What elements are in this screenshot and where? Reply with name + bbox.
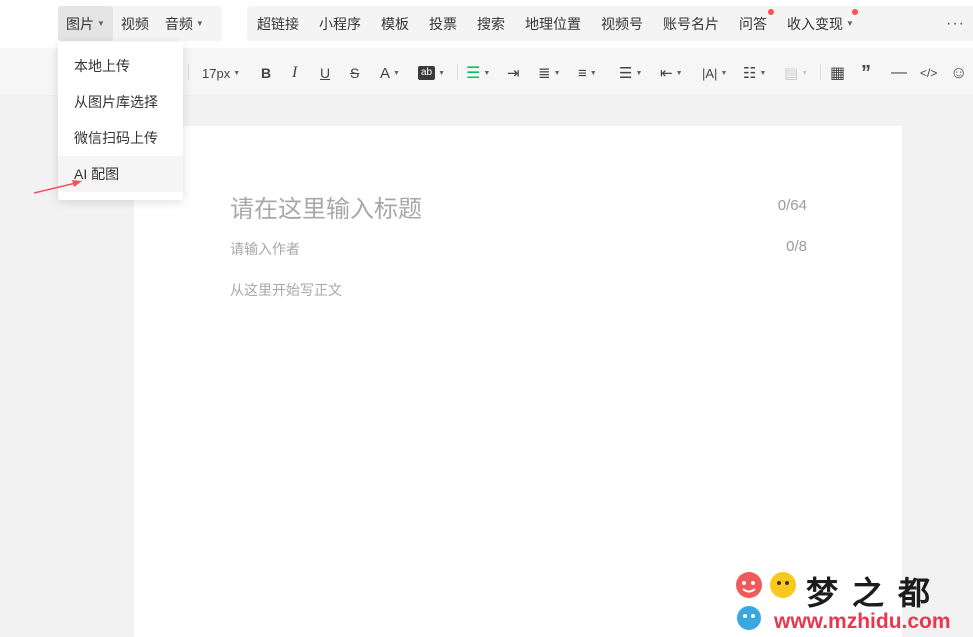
chevron-down-icon: ▼ [438, 69, 446, 77]
text-wrap-icon[interactable]: ☰ ▼ [619, 62, 642, 84]
bold-icon[interactable]: B [261, 62, 271, 84]
font-size-select[interactable]: 17px ▼ [202, 62, 240, 84]
tab-label: 问答 [739, 15, 767, 32]
toolbar-divider [820, 64, 821, 80]
tab-label: 模板 [381, 15, 409, 32]
line-spacing-icon[interactable]: ≡ ▼ [578, 62, 597, 84]
tab-hyperlink[interactable]: 超链接 [247, 6, 309, 41]
tab-qa[interactable]: 问答 [729, 6, 777, 41]
body-editor[interactable]: 从这里开始写正文 [230, 280, 342, 300]
menu-item-ai-image[interactable]: AI 配图 [58, 156, 183, 192]
underline-icon[interactable]: U [320, 62, 330, 84]
tab-label: 收入变现 [787, 15, 843, 32]
tab-label: 地理位置 [525, 15, 581, 32]
tab-label: 搜索 [477, 15, 505, 32]
author-char-count: 0/8 [786, 238, 807, 255]
notification-dot [851, 9, 858, 15]
toolbar-divider [188, 64, 189, 80]
media-tab-group: 图片 ▼ 视频 音频 ▼ [58, 6, 222, 41]
tab-monetization[interactable]: 收入变现 ▼ [777, 6, 864, 41]
emoji-icon[interactable]: ☺ [950, 62, 967, 84]
tab-image-label: 图片 [66, 15, 94, 32]
title-char-count: 0/64 [777, 197, 807, 214]
chevron-down-icon: ▼ [759, 69, 767, 77]
tab-vote[interactable]: 投票 [419, 6, 467, 41]
chevron-down-icon: ▼ [846, 19, 854, 28]
tab-location[interactable]: 地理位置 [515, 6, 591, 41]
quote-icon[interactable]: ” [861, 62, 871, 84]
tab-video[interactable]: 视频 [113, 6, 157, 41]
divider-icon[interactable]: — [891, 62, 907, 84]
insert-tab-group: 超链接 小程序 模板 投票 搜索 地理位置 视频号 账号名片 问答 收入变现 ▼ [247, 6, 973, 41]
chevron-down-icon: ▼ [195, 19, 204, 28]
author-input[interactable]: 请输入作者 [230, 239, 300, 259]
chevron-down-icon: ▼ [589, 69, 597, 77]
tab-image[interactable]: 图片 ▼ [58, 6, 113, 41]
chevron-down-icon: ▼ [675, 69, 683, 77]
tab-audio[interactable]: 音频 ▼ [157, 6, 212, 41]
chevron-down-icon: ▼ [233, 69, 241, 77]
tab-search[interactable]: 搜索 [467, 6, 515, 41]
code-icon[interactable]: </> [920, 62, 937, 84]
font-size-value: 17px [202, 65, 231, 81]
chevron-down-icon: ▼ [483, 69, 491, 77]
chevron-down-icon: ▼ [553, 69, 561, 77]
tab-label: 超链接 [257, 15, 299, 32]
menu-item-local-upload[interactable]: 本地上传 [58, 48, 183, 84]
italic-icon[interactable]: I [292, 62, 297, 84]
paragraph-spacing-icon[interactable]: ≣ ▼ [538, 62, 561, 84]
tab-audio-label: 音频 [164, 15, 193, 32]
tab-label: 投票 [429, 15, 457, 32]
tab-account-card[interactable]: 账号名片 [653, 6, 729, 41]
watermark-title: 梦之都 [806, 575, 945, 611]
indent-icon[interactable]: ⇥ [507, 62, 520, 84]
align-icon[interactable]: ☰ ▼ [466, 62, 490, 84]
tab-channels[interactable]: 视频号 [591, 6, 653, 41]
tab-mini-program[interactable]: 小程序 [309, 6, 371, 41]
more-options-icon[interactable]: ··· [946, 6, 965, 41]
image-dropdown-menu: 本地上传 从图片库选择 微信扫码上传 AI 配图 [58, 42, 183, 200]
notification-dot [768, 9, 774, 15]
tab-label: 视频号 [601, 15, 643, 32]
tab-label: 小程序 [319, 15, 361, 32]
list-icon[interactable]: ☷ ▼ [743, 62, 766, 84]
editor-page: 请在这里输入标题 0/64 请输入作者 0/8 从这里开始写正文 [134, 126, 902, 637]
chevron-down-icon: ▼ [393, 69, 400, 77]
chevron-down-icon: ▼ [720, 69, 728, 77]
watermark: 梦之都 www.mzhidu.com [734, 566, 973, 637]
watermark-url: www.mzhidu.com [774, 610, 951, 633]
insert-bar: 图片 ▼ 视频 音频 ▼ 超链接 小程序 模板 投票 搜索 地理位置 视频号 账号名… [0, 0, 973, 48]
letter-spacing-icon[interactable]: |A| ▼ [702, 62, 727, 84]
format-painter-icon: ▤ ▼ [784, 65, 809, 82]
font-color-icon[interactable]: A ▼ [380, 62, 400, 84]
title-input[interactable]: 请在这里输入标题 [230, 189, 422, 224]
menu-item-image-library[interactable]: 从图片库选择 [58, 84, 183, 120]
table-icon[interactable]: ▦ [830, 62, 845, 84]
chevron-down-icon: ▼ [635, 69, 643, 77]
strikethrough-icon[interactable]: S [350, 62, 359, 84]
chevron-down-icon: ▼ [801, 69, 809, 77]
outdent-icon[interactable]: ⇤ ▼ [660, 62, 683, 84]
tab-template[interactable]: 模板 [371, 6, 419, 41]
chevron-down-icon: ▼ [97, 19, 105, 28]
toolbar-divider [457, 64, 458, 80]
menu-item-wechat-scan-upload[interactable]: 微信扫码上传 [58, 120, 183, 156]
highlight-icon[interactable]: ab ▼ [418, 62, 445, 84]
tab-video-label: 视频 [120, 15, 149, 32]
tab-label: 账号名片 [663, 15, 719, 32]
